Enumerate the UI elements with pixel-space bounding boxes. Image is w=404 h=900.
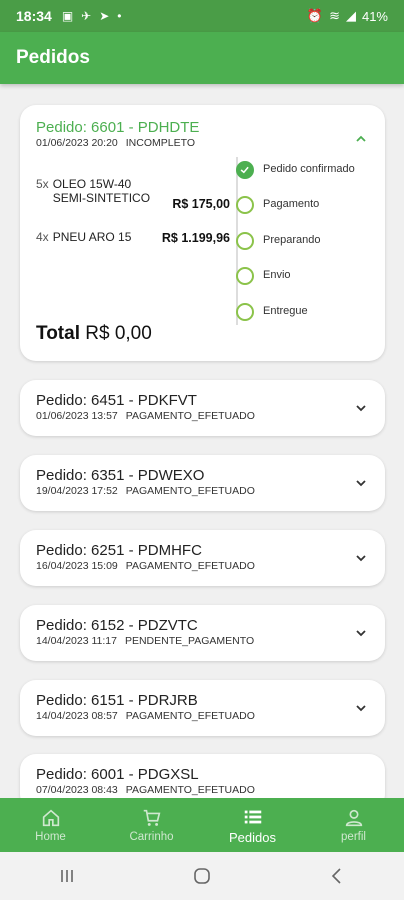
person-icon [345, 809, 362, 827]
recents-icon[interactable] [57, 866, 77, 886]
order-card[interactable]: Pedido: 6451 - PDKFVT 01/06/2023 13:57 PA… [20, 380, 385, 436]
status-bar: 18:34 ▣ ✈ ➤ • ⏰ ≋ ◢ 41% [0, 0, 404, 32]
alarm-icon: ⏰ [306, 8, 324, 23]
order-card[interactable]: Pedido: 6152 - PDZVTC 14/04/2023 11:17 PE… [20, 605, 385, 661]
chevron-down-icon[interactable] [355, 402, 367, 414]
nav-profile[interactable]: perfil [303, 798, 404, 852]
order-title: Pedido: 6151 - PDRJRB [36, 692, 198, 709]
step-pedido-confirmado: Pedido confirmado [236, 161, 396, 183]
order-card-expanded[interactable]: Pedido: 6601 - PDHDTE 01/06/2023 20:20 IN… [20, 105, 385, 361]
circle-icon [236, 303, 254, 321]
chevron-down-icon[interactable] [355, 552, 367, 564]
order-date: 01/06/2023 20:20 [36, 137, 118, 149]
image-notification-icon: ▣ [61, 9, 74, 23]
order-status: PAGAMENTO_EFETUADO [125, 784, 255, 796]
home-button-icon[interactable] [192, 866, 212, 886]
order-status: PAGAMENTO_EFETUADO [125, 410, 255, 422]
plane-notification-icon: ✈ [81, 9, 92, 23]
order-date: 16/04/2023 15:09 [36, 560, 118, 572]
order-card[interactable]: Pedido: 6001 - PDGXSL 07/04/2023 08:43 PA… [20, 754, 385, 798]
order-total: Total R$ 0,00 [36, 323, 152, 344]
step-entregue: Entregue [236, 303, 396, 325]
step-pagamento: Pagamento [236, 196, 396, 218]
order-card[interactable]: Pedido: 6151 - PDRJRB 14/04/2023 08:57 PA… [20, 680, 385, 736]
order-status: PAGAMENTO_EFETUADO [125, 560, 255, 572]
chevron-up-icon[interactable] [355, 133, 367, 145]
item-price: R$ 175,00 [172, 197, 230, 211]
app-bar: Pedidos [0, 32, 404, 84]
check-circle-icon [236, 161, 254, 179]
order-title: Pedido: 6152 - PDZVTC [36, 617, 198, 634]
order-card[interactable]: Pedido: 6351 - PDWEXO 19/04/2023 17:52 PA… [20, 455, 385, 511]
order-date: 14/04/2023 11:17 [36, 635, 117, 647]
chevron-down-icon[interactable] [355, 627, 367, 639]
order-status: PENDENTE_PAGAMENTO [124, 635, 255, 647]
back-icon[interactable] [327, 866, 347, 886]
order-title: Pedido: 6001 - PDGXSL [36, 766, 199, 783]
chevron-down-icon[interactable] [355, 702, 367, 714]
order-status: PAGAMENTO_EFETUADO [125, 710, 255, 722]
step-envio: Envio [236, 267, 396, 289]
order-title: Pedido: 6251 - PDMHFC [36, 542, 202, 559]
page-title: Pedidos [16, 47, 90, 68]
chevron-down-icon[interactable] [355, 477, 367, 489]
nav-home[interactable]: Home [0, 798, 101, 852]
order-date: 19/04/2023 17:52 [36, 485, 118, 497]
order-date: 14/04/2023 08:57 [36, 710, 118, 722]
status-time: 18:34 [16, 8, 52, 24]
step-preparando: Preparando [236, 232, 396, 254]
item-price: R$ 1.199,96 [161, 231, 230, 245]
order-title: Pedido: 6601 - PDHDTE [36, 119, 200, 136]
circle-icon [236, 232, 254, 250]
nav-cart[interactable]: Carrinho [101, 798, 202, 852]
circle-icon [236, 267, 254, 285]
orders-list[interactable]: Pedido: 6601 - PDHDTE 01/06/2023 20:20 IN… [0, 84, 404, 798]
order-item: 4x PNEU ARO 15 [36, 230, 132, 244]
system-nav-bar [0, 852, 404, 900]
telegram-notification-icon: ➤ [99, 9, 110, 23]
signal-icon: ◢ [345, 8, 356, 23]
list-icon [244, 810, 261, 823]
order-title: Pedido: 6451 - PDKFVT [36, 392, 197, 409]
order-status: INCOMPLETO [125, 137, 195, 149]
bottom-nav: Home Carrinho Pedidos perfil [0, 798, 404, 852]
order-item: 5x OLEO 15W-40 SEMI-SINTETICO [36, 177, 151, 205]
wifi-icon: ≋ [329, 8, 340, 23]
order-date: 01/06/2023 13:57 [36, 410, 118, 422]
home-icon [42, 809, 59, 827]
order-date: 07/04/2023 08:43 [36, 784, 118, 796]
battery-level: 41% [361, 8, 388, 24]
nav-orders[interactable]: Pedidos [202, 798, 303, 852]
order-status: PAGAMENTO_EFETUADO [125, 485, 255, 497]
order-card[interactable]: Pedido: 6251 - PDMHFC 16/04/2023 15:09 PA… [20, 530, 385, 586]
order-title: Pedido: 6351 - PDWEXO [36, 467, 205, 484]
dot-icon: • [117, 9, 122, 23]
cart-icon [143, 809, 160, 826]
circle-icon [236, 196, 254, 214]
